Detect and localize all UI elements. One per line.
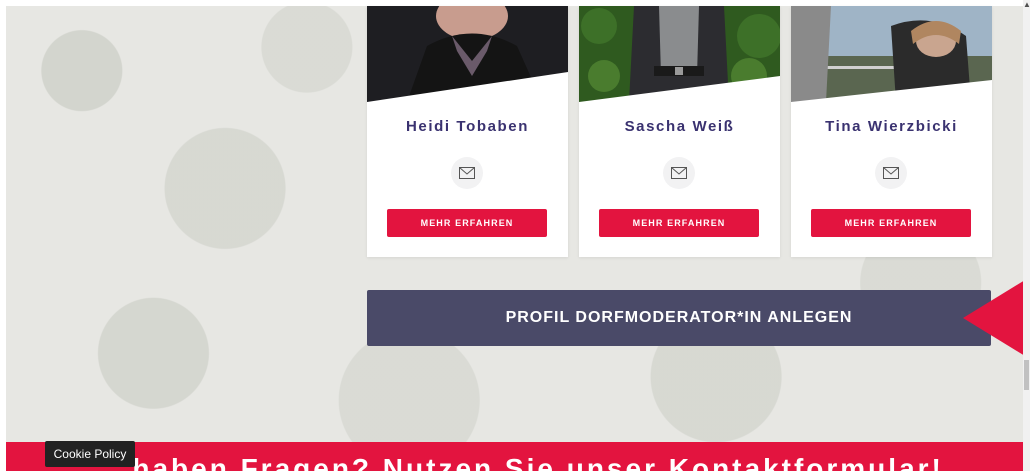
profile-name: Sascha Weiß (624, 118, 735, 135)
profile-card-heidi: Heidi Tobaben MEHR ERFAHREN (367, 6, 568, 257)
scroll-up-icon[interactable]: ▲ (1023, 0, 1030, 10)
mail-icon[interactable] (875, 157, 907, 189)
profile-photo[interactable] (579, 6, 780, 102)
profile-photo[interactable] (367, 6, 568, 102)
scrollbar[interactable]: ▲ (1023, 0, 1030, 471)
mehr-erfahren-button[interactable]: MEHR ERFAHREN (387, 209, 547, 237)
contact-banner: ...haben Fragen? Nutzen Sie unser Kontak… (6, 442, 1023, 471)
scrollbar-thumb[interactable] (1024, 360, 1029, 390)
contact-banner-text: ...haben Fragen? Nutzen Sie unser Kontak… (100, 453, 944, 471)
page-background: Heidi Tobaben MEHR ERFAHREN Sascha Weiß … (0, 0, 1023, 471)
cookie-policy-button[interactable]: Cookie Policy (45, 441, 135, 467)
profile-card-tina: Tina Wierzbicki MEHR ERFAHREN (791, 6, 992, 257)
mail-icon[interactable] (663, 157, 695, 189)
profile-card-sascha: Sascha Weiß MEHR ERFAHREN (579, 6, 780, 257)
arrow-pointer-icon (963, 280, 1023, 356)
frame-left (0, 0, 6, 471)
mehr-erfahren-button[interactable]: MEHR ERFAHREN (811, 209, 971, 237)
mail-icon[interactable] (451, 157, 483, 189)
profile-name: Heidi Tobaben (405, 118, 530, 135)
profile-photo[interactable] (791, 6, 992, 102)
profile-name: Tina Wierzbicki (825, 118, 958, 135)
mehr-erfahren-button[interactable]: MEHR ERFAHREN (599, 209, 759, 237)
profil-anlegen-button[interactable]: PROFIL DORFMODERATOR*IN ANLEGEN (367, 290, 991, 346)
